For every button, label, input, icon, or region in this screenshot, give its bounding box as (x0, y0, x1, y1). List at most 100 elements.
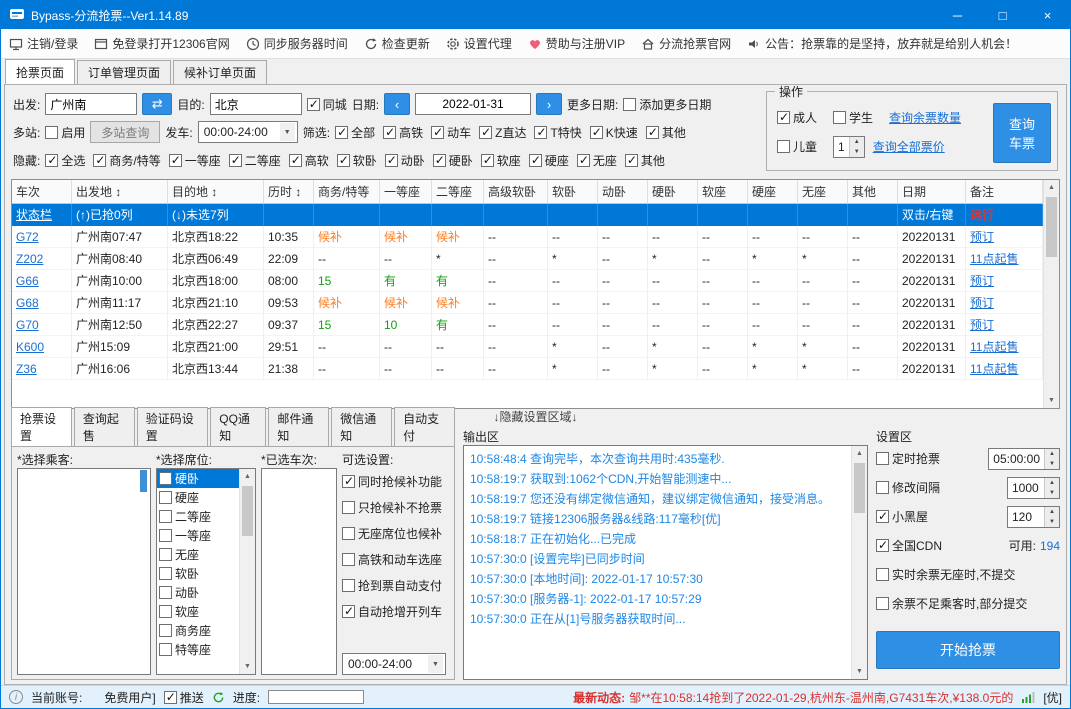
table-row[interactable]: K600 广州15:09 北京西21:00 29:51 -- -- -- -- * -- * -- * *… (12, 336, 1043, 358)
start-grab-button[interactable]: 开始抢票 (876, 631, 1060, 669)
seat-checkbox[interactable] (159, 529, 172, 542)
scroll-track[interactable] (1044, 195, 1059, 393)
toolbar-sync-time[interactable]: 同步服务器时间 (246, 35, 348, 52)
scroll-down-icon[interactable] (852, 664, 867, 679)
realtime-noseat-checkbox[interactable]: 实时余票无座时,不提交 (876, 566, 1015, 583)
output-scrollbar[interactable] (851, 446, 867, 679)
table-header-cell[interactable]: 无座 (798, 180, 848, 204)
date-next-button[interactable]: › (536, 93, 563, 115)
step-up-icon[interactable] (1045, 448, 1059, 459)
table-cell[interactable]: 预订 (966, 226, 1043, 248)
seat-checkbox[interactable] (159, 510, 172, 523)
minimize-button[interactable]: ─ (935, 1, 980, 29)
toolbar-official-site[interactable]: 分流抢票官网 (641, 35, 731, 52)
table-header-cell[interactable]: 出发地 ↕ (72, 180, 168, 204)
hide-column-checkbox[interactable]: 商务/特等 (93, 152, 161, 169)
interval-stepper[interactable]: 1000 (1007, 476, 1060, 499)
table-header-cell[interactable]: 软座 (698, 180, 748, 204)
table-row[interactable]: 状态栏 (↑)已抢0列 (↓)未选7列 双击/右键 运行 (12, 204, 1043, 226)
toolbar-set-proxy[interactable]: 设置代理 (446, 35, 512, 52)
table-cell[interactable]: 运行 (966, 204, 1043, 226)
adult-checkbox[interactable]: 成人 (777, 109, 825, 126)
table-header-cell[interactable]: 硬卧 (648, 180, 698, 204)
stepper-arrows[interactable] (1044, 477, 1059, 498)
table-header-cell[interactable]: 硬座 (748, 180, 798, 204)
scroll-up-icon[interactable] (240, 469, 255, 484)
passenger-list[interactable] (17, 468, 151, 675)
step-down-icon[interactable] (849, 146, 864, 157)
swap-stations-button[interactable]: ⇄ (142, 93, 173, 115)
seat-checkbox[interactable] (159, 491, 172, 504)
toolbar-check-update[interactable]: 检查更新 (364, 35, 430, 52)
train-type-checkbox[interactable]: 全部 (335, 124, 375, 141)
hide-column-checkbox[interactable]: 硬座 (528, 152, 569, 169)
table-header-cell[interactable]: 动卧 (598, 180, 648, 204)
push-checkbox[interactable]: 推送 (163, 689, 204, 706)
seat-checkbox[interactable] (159, 586, 172, 599)
query-all-price-link[interactable]: 查询全部票价 (873, 138, 945, 155)
query-tickets-button[interactable]: 查询 车票 (993, 103, 1051, 163)
table-header-cell[interactable]: 商务/特等 (314, 180, 380, 204)
step-down-icon[interactable] (1045, 487, 1059, 498)
bottom-tab[interactable]: 邮件通知 (268, 407, 330, 446)
option-checkbox[interactable]: 高铁和动车选座 (342, 546, 449, 572)
bottom-tab[interactable]: 查询起售 (73, 407, 135, 446)
table-cell[interactable]: Z202 (12, 248, 72, 270)
date-prev-button[interactable]: ‹ (384, 93, 411, 115)
scroll-up-icon[interactable] (852, 446, 867, 461)
train-type-checkbox[interactable]: 动车 (431, 124, 471, 141)
student-checkbox[interactable]: 学生 (833, 109, 881, 126)
table-row[interactable]: G70 广州南12:50 北京西22:27 09:37 15 10 有 -- -- -- -- -- -… (12, 314, 1043, 336)
hide-column-checkbox[interactable]: 高软 (288, 152, 329, 169)
progress-refresh-icon[interactable] (212, 691, 225, 704)
bottom-tab[interactable]: QQ通知 (210, 407, 267, 446)
toolbar-announcement[interactable]: 公告：抢票靠的是坚持，放弃就是给别人机会！ (747, 35, 1017, 52)
depart-time-select[interactable]: 00:00-24:00 (197, 121, 298, 143)
main-tab[interactable]: 候补订单页面 (173, 60, 268, 84)
hide-column-checkbox[interactable]: 二等座 (228, 152, 281, 169)
option-checkbox[interactable]: 抢到票自动支付 (342, 572, 449, 598)
option-checkbox[interactable]: 只抢候补不抢票 (342, 494, 449, 520)
step-up-icon[interactable] (1045, 506, 1059, 517)
table-cell[interactable]: Z36 (12, 358, 72, 380)
stepper-arrows[interactable] (1044, 506, 1059, 527)
option-checkbox[interactable]: 同时抢候补功能 (342, 468, 449, 494)
scroll-thumb[interactable] (1046, 197, 1057, 257)
multi-station-query-button[interactable]: 多站查询 (90, 121, 161, 143)
main-tab[interactable]: 抢票页面 (5, 59, 76, 84)
seat-item[interactable]: 特等座 (157, 640, 239, 659)
table-cell[interactable]: 11点起售 (966, 336, 1043, 358)
table-cell[interactable]: G70 (12, 314, 72, 336)
table-scrollbar[interactable] (1043, 180, 1059, 408)
table-row[interactable]: Z202 广州南08:40 北京西06:49 22:09 -- -- * -- * -- * -- * *… (12, 248, 1043, 270)
seat-item[interactable]: 无座 (157, 545, 239, 564)
date-input[interactable] (415, 93, 532, 115)
table-cell[interactable]: 11点起售 (966, 358, 1043, 380)
table-cell[interactable]: K600 (12, 336, 72, 358)
table-header-cell[interactable]: 高级软卧 (484, 180, 548, 204)
output-log[interactable]: 10:58:48:4 查询完毕，本次查询共用时:435毫秒. 10:58:19:7… (463, 445, 868, 680)
table-cell[interactable]: 状态栏 (12, 204, 72, 226)
seat-item[interactable]: 硬卧 (157, 469, 239, 488)
scroll-thumb[interactable] (854, 463, 865, 513)
table-row[interactable]: Z36 广州16:06 北京西13:44 21:38 -- -- -- -- * -- * -- * * -… (12, 358, 1043, 380)
table-header-cell[interactable]: 车次 (12, 180, 72, 204)
seat-checkbox[interactable] (159, 624, 172, 637)
table-cell[interactable]: 预订 (966, 270, 1043, 292)
seat-item[interactable]: 硬座 (157, 488, 239, 507)
step-down-icon[interactable] (1045, 458, 1059, 469)
table-header-cell[interactable]: 备注 (966, 180, 1043, 204)
scroll-down-icon[interactable] (1044, 393, 1059, 408)
same-city-checkbox[interactable]: 同城 (306, 96, 347, 113)
seat-checkbox[interactable] (159, 548, 172, 561)
table-header-cell[interactable]: 软卧 (548, 180, 598, 204)
timed-grab-time-stepper[interactable]: 05:00:00 (988, 447, 1060, 470)
step-up-icon[interactable] (1045, 477, 1059, 488)
toolbar-open-12306[interactable]: 免登录打开12306官网 (94, 35, 230, 52)
maximize-button[interactable]: □ (980, 1, 1025, 29)
table-cell[interactable]: 预订 (966, 292, 1043, 314)
seat-list[interactable]: 硬卧 硬座 二等座 一等座 无座 软卧 动卧 软座 商务座 特等座 (156, 468, 256, 675)
table-row[interactable]: G68 广州南11:17 北京西21:10 09:53 候补 候补 候补 -- -- -- -- --… (12, 292, 1043, 314)
selected-trains-list[interactable] (261, 468, 337, 675)
stepper-arrows[interactable] (1044, 448, 1059, 469)
